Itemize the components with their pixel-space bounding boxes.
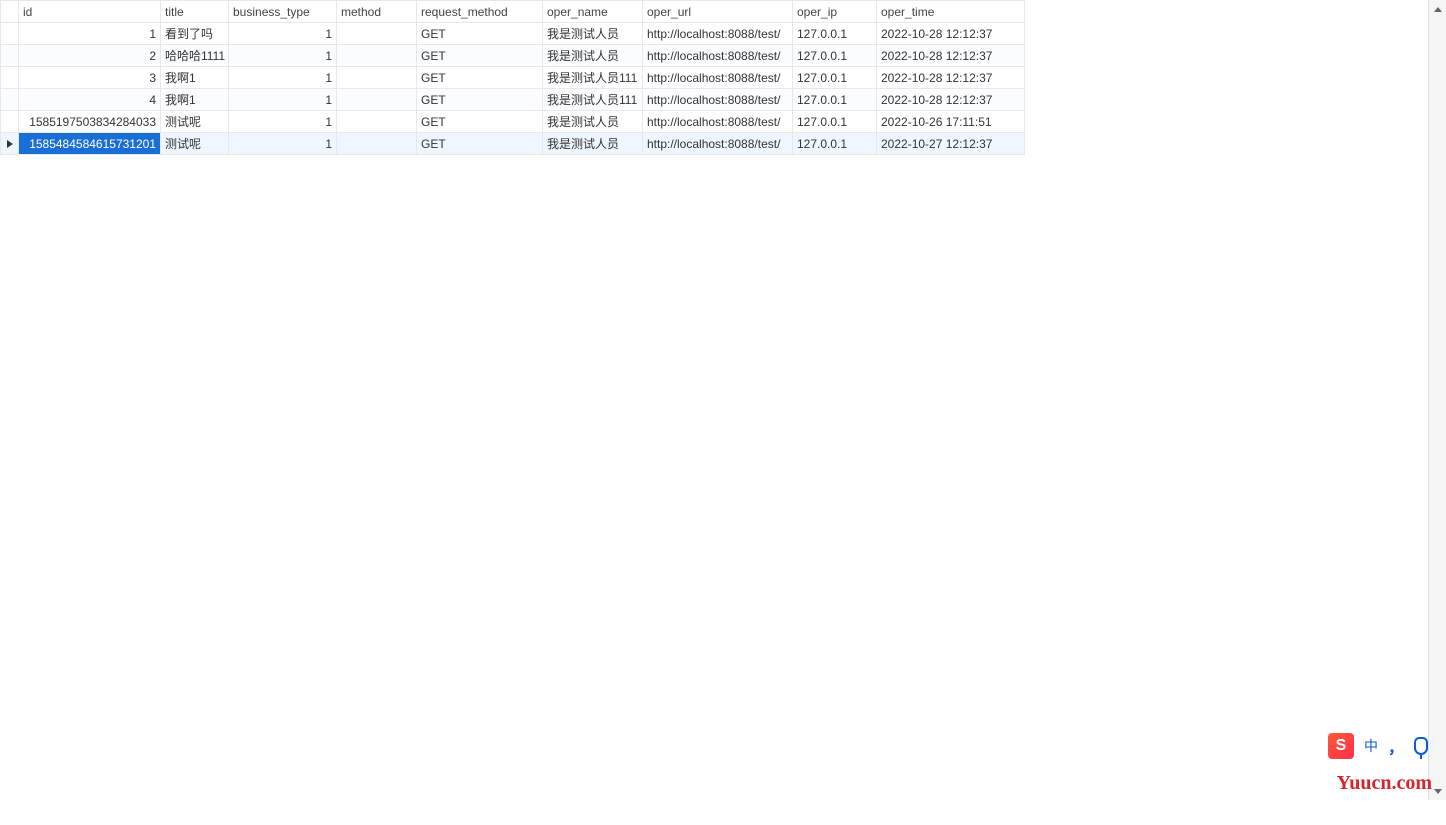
row-indicator	[1, 111, 19, 133]
ime-punctuation-indicator[interactable]: ，	[1388, 734, 1404, 758]
cell-business-type[interactable]: 1	[229, 23, 337, 45]
cell-business-type[interactable]: 1	[229, 133, 337, 155]
cell-title[interactable]: 测试呢	[161, 133, 229, 155]
cell-title[interactable]: 我啊1	[161, 67, 229, 89]
table-row[interactable]: 1585197503834284033测试呢1 GET我是测试人员http://l…	[1, 111, 1025, 133]
cell-request-method[interactable]: GET	[417, 23, 543, 45]
col-header-oper-ip[interactable]: oper_ip	[793, 1, 877, 23]
watermark-text: Yuucn.com	[1337, 772, 1432, 795]
data-grid-container: id title business_type method request_me…	[0, 0, 1424, 825]
cell-method[interactable]	[337, 89, 417, 111]
cell-oper-time[interactable]: 2022-10-28 12:12:37	[877, 45, 1025, 67]
row-indicator-header	[1, 1, 19, 23]
table-row[interactable]: 1看到了吗1 GET我是测试人员http://localhost:8088/tes…	[1, 23, 1025, 45]
cell-id[interactable]: 1	[19, 23, 161, 45]
cell-oper-ip[interactable]: 127.0.0.1	[793, 45, 877, 67]
cell-oper-url[interactable]: http://localhost:8088/test/	[643, 133, 793, 155]
cell-oper-time[interactable]: 2022-10-27 12:12:37	[877, 133, 1025, 155]
ime-toolbar[interactable]: S 中 ，	[1320, 729, 1436, 763]
col-header-request-method[interactable]: request_method	[417, 1, 543, 23]
sogou-ime-logo-icon[interactable]: S	[1328, 733, 1354, 759]
cell-method[interactable]	[337, 111, 417, 133]
cell-oper-time[interactable]: 2022-10-28 12:12:37	[877, 89, 1025, 111]
cell-id[interactable]: 1585197503834284033	[19, 111, 161, 133]
cell-business-type[interactable]: 1	[229, 111, 337, 133]
cell-oper-name[interactable]: 我是测试人员111	[543, 67, 643, 89]
row-indicator	[1, 67, 19, 89]
row-indicator	[1, 133, 19, 155]
cell-id[interactable]: 4	[19, 89, 161, 111]
cell-title[interactable]: 看到了吗	[161, 23, 229, 45]
cell-oper-url[interactable]: http://localhost:8088/test/	[643, 45, 793, 67]
cell-oper-url[interactable]: http://localhost:8088/test/	[643, 111, 793, 133]
cell-request-method[interactable]: GET	[417, 111, 543, 133]
cell-oper-name[interactable]: 我是测试人员	[543, 45, 643, 67]
cell-business-type[interactable]: 1	[229, 67, 337, 89]
cell-oper-time[interactable]: 2022-10-28 12:12:37	[877, 23, 1025, 45]
cell-method[interactable]	[337, 133, 417, 155]
microphone-icon[interactable]	[1414, 737, 1428, 755]
vertical-scrollbar[interactable]	[1428, 0, 1446, 800]
cell-oper-url[interactable]: http://localhost:8088/test/	[643, 89, 793, 111]
data-grid[interactable]: id title business_type method request_me…	[0, 0, 1025, 155]
cell-business-type[interactable]: 1	[229, 89, 337, 111]
cell-oper-url[interactable]: http://localhost:8088/test/	[643, 23, 793, 45]
cell-oper-name[interactable]: 我是测试人员111	[543, 89, 643, 111]
col-header-method[interactable]: method	[337, 1, 417, 23]
cell-oper-name[interactable]: 我是测试人员	[543, 133, 643, 155]
row-indicator	[1, 45, 19, 67]
col-header-oper-name[interactable]: oper_name	[543, 1, 643, 23]
cell-oper-ip[interactable]: 127.0.0.1	[793, 89, 877, 111]
cell-oper-ip[interactable]: 127.0.0.1	[793, 133, 877, 155]
col-header-oper-url[interactable]: oper_url	[643, 1, 793, 23]
cell-request-method[interactable]: GET	[417, 67, 543, 89]
cell-id[interactable]: 1585484584615731201	[19, 133, 161, 155]
cell-oper-ip[interactable]: 127.0.0.1	[793, 111, 877, 133]
cell-oper-time[interactable]: 2022-10-26 17:11:51	[877, 111, 1025, 133]
cell-oper-url[interactable]: http://localhost:8088/test/	[643, 67, 793, 89]
cell-business-type[interactable]: 1	[229, 45, 337, 67]
cell-oper-ip[interactable]: 127.0.0.1	[793, 23, 877, 45]
cell-title[interactable]: 哈哈哈1111	[161, 45, 229, 67]
table-row[interactable]: 2哈哈哈11111 GET我是测试人员http://localhost:8088/…	[1, 45, 1025, 67]
ime-language-indicator[interactable]: 中	[1364, 736, 1378, 756]
cell-title[interactable]: 测试呢	[161, 111, 229, 133]
col-header-oper-time[interactable]: oper_time	[877, 1, 1025, 23]
cell-oper-name[interactable]: 我是测试人员	[543, 111, 643, 133]
header-row: id title business_type method request_me…	[1, 1, 1025, 23]
cell-id[interactable]: 3	[19, 67, 161, 89]
table-row[interactable]: 3我啊11 GET我是测试人员111http://localhost:8088/t…	[1, 67, 1025, 89]
current-row-arrow-icon	[7, 140, 13, 148]
col-header-id[interactable]: id	[19, 1, 161, 23]
cell-oper-ip[interactable]: 127.0.0.1	[793, 67, 877, 89]
cell-method[interactable]	[337, 67, 417, 89]
col-header-business-type[interactable]: business_type	[229, 1, 337, 23]
cell-request-method[interactable]: GET	[417, 45, 543, 67]
cell-title[interactable]: 我啊1	[161, 89, 229, 111]
row-indicator	[1, 23, 19, 45]
cell-oper-time[interactable]: 2022-10-28 12:12:37	[877, 67, 1025, 89]
col-header-title[interactable]: title	[161, 1, 229, 23]
table-row[interactable]: 1585484584615731201测试呢1 GET我是测试人员http://l…	[1, 133, 1025, 155]
cell-method[interactable]	[337, 23, 417, 45]
cell-method[interactable]	[337, 45, 417, 67]
table-row[interactable]: 4我啊11 GET我是测试人员111http://localhost:8088/t…	[1, 89, 1025, 111]
row-indicator	[1, 89, 19, 111]
cell-request-method[interactable]: GET	[417, 133, 543, 155]
cell-id[interactable]: 2	[19, 45, 161, 67]
scroll-up-arrow-icon[interactable]	[1429, 0, 1446, 18]
cell-oper-name[interactable]: 我是测试人员	[543, 23, 643, 45]
cell-request-method[interactable]: GET	[417, 89, 543, 111]
